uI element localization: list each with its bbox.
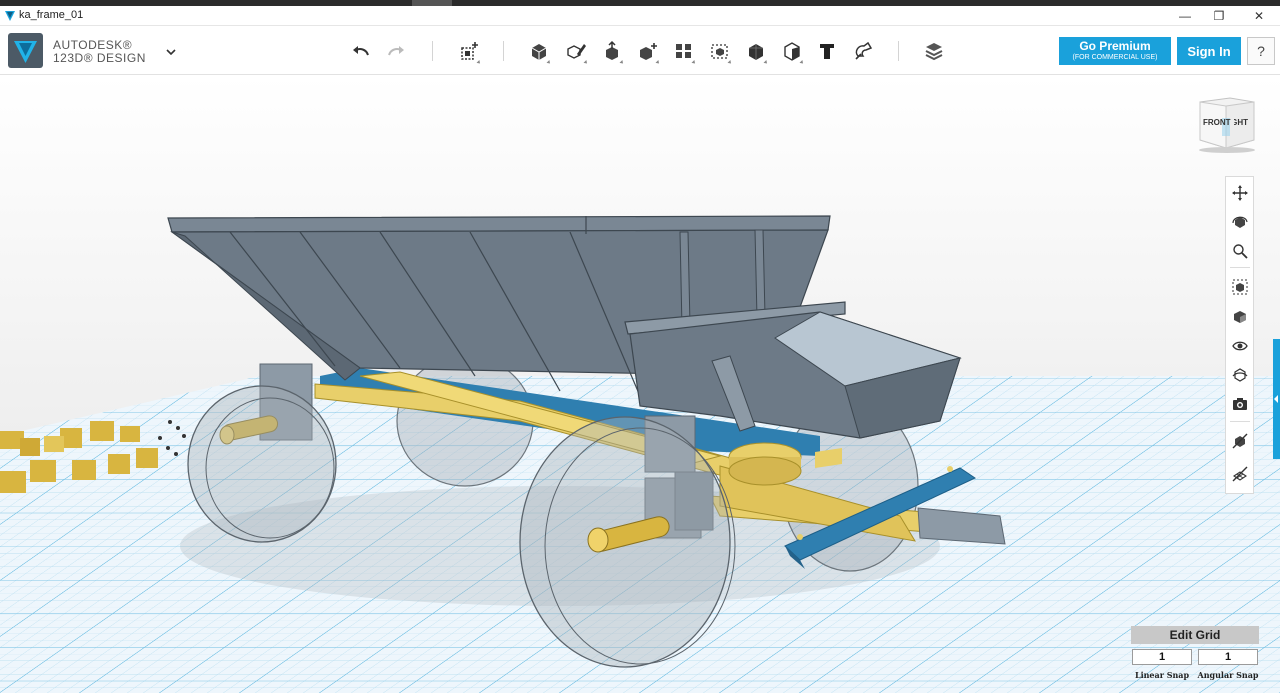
undo-icon[interactable] (347, 37, 375, 65)
fit-icon[interactable] (1228, 275, 1252, 299)
toolbar-separator (503, 41, 504, 61)
viewcube-right-label: RIGHT (1234, 118, 1248, 127)
measure-icon[interactable] (778, 37, 806, 65)
modify-icon[interactable] (634, 37, 662, 65)
pattern-icon[interactable] (670, 37, 698, 65)
angular-snap-input[interactable]: 1 (1198, 649, 1258, 665)
minimize-button[interactable]: — (1166, 6, 1204, 26)
logo-line1: AUTODESK® (53, 38, 133, 52)
maximize-button[interactable]: ❐ (1200, 6, 1238, 26)
rear-wheel-front (187, 385, 337, 543)
construct-icon[interactable] (598, 37, 626, 65)
app-menu-chevron-down-icon[interactable] (162, 43, 180, 61)
transform-icon[interactable] (455, 37, 483, 65)
app-icon (4, 9, 16, 27)
pan-icon[interactable] (1228, 181, 1252, 205)
viewcube-front-label: FRONT (1203, 118, 1231, 127)
snap-icon[interactable] (849, 37, 877, 65)
viewcube[interactable]: FRONT RIGHT (1196, 96, 1258, 154)
3d-viewport[interactable]: FRONT RIGHT (0, 76, 1280, 693)
material-icon[interactable] (920, 37, 948, 65)
angular-snap-label: Angular Snap (1197, 670, 1259, 680)
close-button[interactable]: ✕ (1240, 6, 1278, 26)
redo-icon[interactable] (382, 37, 410, 65)
chevron-left-icon (1274, 395, 1278, 403)
orbit-icon[interactable] (1228, 210, 1252, 234)
logo-line2: 123D® DESIGN (53, 51, 146, 65)
linear-snap-input[interactable]: 1 (1132, 649, 1192, 665)
visibility-icon[interactable] (1228, 334, 1252, 358)
navigation-bar (1225, 176, 1254, 494)
go-premium-button[interactable]: Go Premium (FOR COMMERCIAL USE) (1059, 37, 1171, 65)
window-titlebar: ka_frame_01 — ❐ ✕ (0, 6, 1280, 26)
materials-display-icon[interactable] (1228, 363, 1252, 387)
edit-grid-button[interactable]: Edit Grid (1131, 626, 1259, 644)
primitives-icon[interactable] (525, 37, 553, 65)
view-mode-icon[interactable] (1228, 305, 1252, 329)
linear-snap-label: Linear Snap (1134, 670, 1190, 680)
123d-logo-icon (8, 33, 43, 68)
sketch-icon[interactable] (562, 37, 590, 65)
grid-toggle-icon[interactable] (1228, 462, 1252, 486)
viewport-canvas (0, 76, 1280, 693)
main-toolbar: AUTODESK® 123D® DESIGN Go Premium (FOR C… (0, 27, 1280, 75)
go-premium-label: Go Premium (1079, 39, 1151, 53)
window-title: ka_frame_01 (19, 9, 84, 21)
sign-in-button[interactable]: Sign In (1177, 37, 1241, 65)
group-icon[interactable] (706, 37, 734, 65)
grid-panel: Edit Grid 1 1 Linear Snap Angular Snap (1131, 626, 1259, 682)
combine-icon[interactable] (742, 37, 770, 65)
text-icon[interactable] (813, 37, 841, 65)
outline-icon[interactable] (1228, 429, 1252, 453)
go-premium-sublabel: (FOR COMMERCIAL USE) (1072, 54, 1158, 61)
toolbar-separator (898, 41, 899, 61)
nav-separator (1230, 421, 1250, 422)
camera-icon[interactable] (1228, 392, 1252, 416)
toolbar-separator (432, 41, 433, 61)
nav-separator (1230, 267, 1250, 268)
side-panel-handle[interactable] (1273, 339, 1280, 459)
help-button[interactable]: ? (1247, 37, 1275, 65)
zoom-icon[interactable] (1228, 239, 1252, 263)
